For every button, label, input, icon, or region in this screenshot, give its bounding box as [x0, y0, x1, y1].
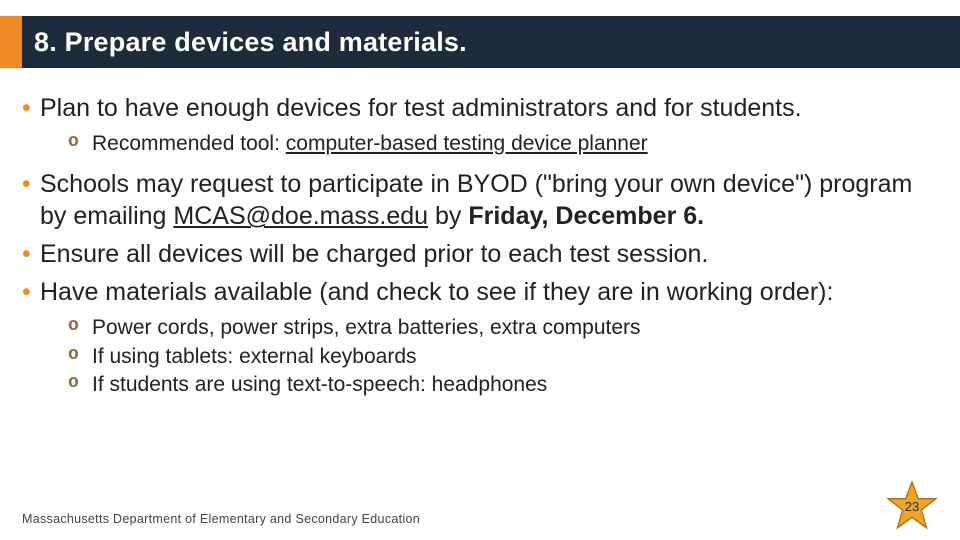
deadline-bold: Friday, December 6.	[468, 202, 704, 230]
bullet-text: Have materials available (and check to s…	[40, 278, 833, 306]
sub-list: Recommended tool: computer-based testing…	[68, 130, 938, 158]
page-star: 23	[886, 480, 938, 532]
slide-body: Plan to have enough devices for test adm…	[22, 92, 938, 409]
sub-item: If using tablets: external keyboards	[68, 343, 938, 371]
bullet-text: Ensure all devices will be charged prior…	[40, 240, 708, 268]
tool-link[interactable]: computer-based testing device planner	[286, 132, 648, 155]
email-link[interactable]: MCAS@doe.mass.edu	[173, 202, 428, 230]
bullet-item: Schools may request to participate in BY…	[22, 168, 938, 232]
sub-text: Power cords, power strips, extra batteri…	[92, 316, 641, 339]
sub-list: Power cords, power strips, extra batteri…	[68, 314, 938, 399]
sub-text: If students are using text-to-speech: he…	[92, 373, 547, 396]
bullet-item: Ensure all devices will be charged prior…	[22, 238, 938, 270]
bullet-mid: by	[428, 202, 468, 230]
sub-item: Power cords, power strips, extra batteri…	[68, 314, 938, 342]
slide: 8. Prepare devices and materials. Plan t…	[0, 0, 960, 540]
title-background: 8. Prepare devices and materials.	[22, 16, 960, 68]
bullet-text: Plan to have enough devices for test adm…	[40, 94, 802, 122]
slide-title: 8. Prepare devices and materials.	[34, 27, 467, 58]
sub-item: If students are using text-to-speech: he…	[68, 371, 938, 399]
accent-block	[0, 16, 22, 68]
sub-item: Recommended tool: computer-based testing…	[68, 130, 938, 158]
bullet-item: Have materials available (and check to s…	[22, 276, 938, 399]
footer-text: Massachusetts Department of Elementary a…	[22, 512, 420, 526]
sub-text: If using tablets: external keyboards	[92, 345, 417, 368]
sub-prefix: Recommended tool:	[92, 132, 286, 155]
page-number: 23	[905, 499, 919, 514]
title-bar: 8. Prepare devices and materials.	[0, 16, 960, 68]
bullet-item: Plan to have enough devices for test adm…	[22, 92, 938, 158]
bullet-list: Plan to have enough devices for test adm…	[22, 92, 938, 399]
